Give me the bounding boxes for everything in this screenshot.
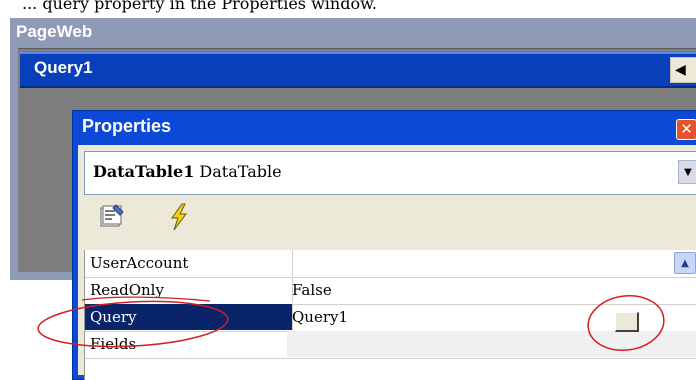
property-value[interactable]: False bbox=[287, 277, 696, 303]
property-row-useraccount[interactable]: UserAccount bbox=[85, 250, 696, 278]
property-row-query[interactable]: Query Query1 bbox=[85, 304, 696, 332]
property-name: ReadOnly bbox=[85, 277, 293, 303]
object-type: DataTable bbox=[199, 162, 282, 181]
caption-text: ... query property in the Properties win… bbox=[22, 0, 377, 13]
query-component-title: Query1 bbox=[34, 58, 93, 77]
property-row-fields[interactable]: Fields bbox=[85, 331, 696, 359]
close-icon[interactable]: ✕ bbox=[676, 119, 696, 140]
query-component-bar[interactable] bbox=[20, 52, 696, 88]
ellipsis-button[interactable] bbox=[615, 312, 639, 332]
pageweb-title: PageWeb bbox=[16, 22, 93, 41]
object-selector-text: DataTable1 DataTable bbox=[93, 162, 282, 181]
property-value[interactable] bbox=[287, 250, 696, 276]
property-name: UserAccount bbox=[85, 250, 293, 276]
property-value[interactable] bbox=[287, 331, 696, 357]
chevron-down-icon[interactable]: ▼ bbox=[678, 160, 696, 184]
object-name: DataTable1 bbox=[93, 162, 195, 181]
property-name: Query bbox=[85, 304, 293, 330]
property-row-readonly[interactable]: ReadOnly False bbox=[85, 277, 696, 305]
properties-title: Properties bbox=[82, 116, 172, 136]
smart-tag-icon[interactable]: ◀ bbox=[670, 57, 696, 83]
property-grid: UserAccount ReadOnly False Query Query1 … bbox=[84, 250, 696, 380]
events-lightning-icon[interactable] bbox=[168, 203, 190, 231]
properties-view-icon[interactable] bbox=[98, 203, 126, 229]
scroll-up-icon[interactable]: ▲ bbox=[674, 252, 696, 274]
property-name: Fields bbox=[85, 331, 293, 357]
